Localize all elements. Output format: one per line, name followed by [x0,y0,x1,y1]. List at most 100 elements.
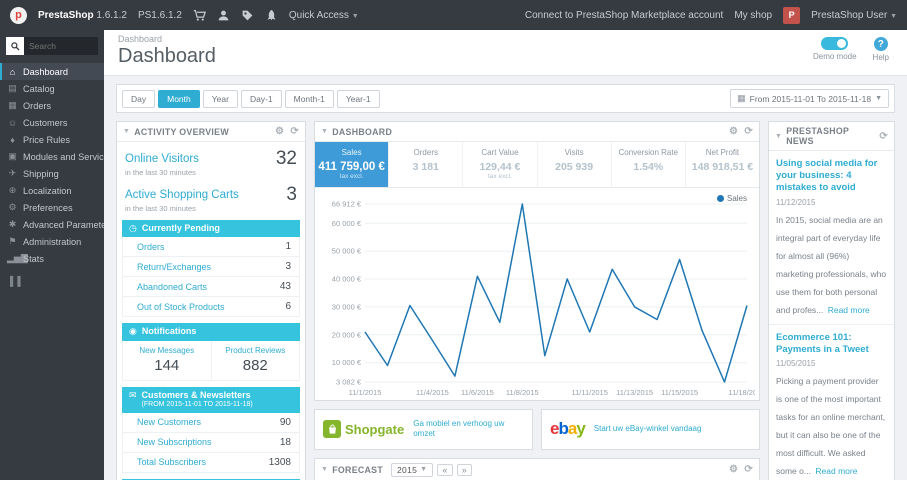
brand-link[interactable]: PrestaShop 1.6.1.2 [38,10,127,21]
prestashop-news-panel: ▼ PRESTASHOP NEWS ⟳ Using social media f… [768,121,895,480]
range-button-month[interactable]: Month [158,89,200,108]
section-title: Currently Pending [141,223,220,233]
ebay-link[interactable]: Start uw eBay-winkel vandaag [594,424,702,434]
online-visitors-link[interactable]: Online Visitors [125,153,199,165]
shopgate-logo: Shopgate [323,420,404,439]
search-input[interactable] [24,37,98,55]
help-button[interactable]: ? Help [873,37,889,62]
gear-icon[interactable]: ⚙ [729,126,738,137]
new-customers-link[interactable]: New Customers [137,417,201,427]
user-menu[interactable]: PrestaShop User ▼ [811,10,897,21]
sidebar-item-catalog[interactable]: ▤ Catalog [0,80,104,97]
refresh-icon[interactable]: ⟳ [879,131,888,142]
new-subscriptions-link[interactable]: New Subscriptions [137,437,212,447]
forecast-prev-button[interactable]: « [437,463,453,476]
metric-tab-conversion-rate[interactable]: Conversion Rate 1.54% [612,142,686,187]
abandoned-carts-value: 43 [279,281,291,293]
gear-icon[interactable]: ⚙ [729,464,738,475]
pending-returns-link[interactable]: Return/Exchanges [137,262,211,272]
pending-orders-link[interactable]: Orders [137,242,165,252]
range-button-year[interactable]: Year [202,89,238,108]
news-headline-link[interactable]: Ecommerce 101: Payments in a Tweet [776,332,887,356]
ebay-module-ad[interactable]: ebay Start uw eBay-winkel vandaag [541,409,760,450]
range-button-year-1[interactable]: Year-1 [336,89,380,108]
metric-tab-orders[interactable]: Orders 3 181 [389,142,464,187]
forecast-next-button[interactable]: » [456,463,472,476]
user-avatar[interactable]: P [783,6,801,24]
panel-caret-icon[interactable]: ▼ [321,128,328,135]
shopgate-module-ad[interactable]: Shopgate Ga mobiel en verhoog uw omzet [314,409,533,450]
shopgate-link[interactable]: Ga mobiel en verhoog uw omzet [413,419,524,440]
metric-tab-net-profit[interactable]: Net Profit 148 918,51 € [686,142,759,187]
refresh-icon[interactable]: ⟳ [290,126,299,137]
date-range-picker[interactable]: ▦ From 2015-11-01 To 2015-11-18 ▼ [730,89,889,108]
out-of-stock-link[interactable]: Out of Stock Products [137,302,225,312]
sidebar-search [6,37,98,55]
toggle-on-icon[interactable] [821,37,849,50]
refresh-icon[interactable]: ⟳ [744,126,753,137]
active-carts-link[interactable]: Active Shopping Carts [125,189,239,201]
range-button-month-1[interactable]: Month-1 [284,89,334,108]
shop-tag[interactable]: PS1.6.1.2 [138,10,182,21]
quick-access-menu[interactable]: Quick Access ▼ [289,10,359,21]
sidebar-item-customers[interactable]: ☺ Customers [0,114,104,131]
calendar-icon: ▦ [737,93,746,103]
svg-text:20 000 €: 20 000 € [332,330,362,339]
sidebar-item-shipping[interactable]: ✈ Shipping [0,165,104,182]
sidebar-item-advanced-parameters[interactable]: ✱ Advanced Parameters [0,216,104,233]
currently-pending-section: ◷ Currently Pending Orders 1 Return/Exchan… [122,220,300,318]
metric-value: 411 759,00 € [318,161,385,173]
panel-caret-icon[interactable]: ▼ [321,466,328,473]
total-subscribers-link[interactable]: Total Subscribers [137,457,206,467]
metric-value: 1.54% [633,161,664,173]
rocket-icon[interactable] [265,9,278,22]
truck-icon: ✈ [8,168,17,178]
svg-text:10 000 €: 10 000 € [332,358,362,367]
gear-icon[interactable]: ⚙ [275,126,284,137]
demo-mode-toggle[interactable]: Demo mode [813,37,857,62]
new-messages-value: 144 [154,356,180,374]
panel-title: FORECAST [332,464,384,475]
new-customers-value: 90 [279,416,291,428]
read-more-link[interactable]: Read more [815,466,857,476]
panel-caret-icon[interactable]: ▼ [123,128,130,135]
svg-text:11/15/2015: 11/15/2015 [661,388,698,397]
price-tag-icon[interactable] [241,9,254,22]
metric-tab-visits[interactable]: Visits 205 939 [538,142,612,187]
forecast-year-select[interactable]: 2015 ▼ [391,462,434,477]
sidebar-item-dashboard[interactable]: ⌂ Dashboard [0,63,104,80]
svg-text:11/18/2015: 11/18/2015 [729,388,755,397]
panel-caret-icon[interactable]: ▼ [775,133,782,140]
sidebar-item-localization[interactable]: ⊕ Localization [0,182,104,199]
sidebar-item-modules[interactable]: ▣ Modules and Services [0,148,104,165]
news-headline-link[interactable]: Using social media for your business: 4 … [776,158,887,194]
read-more-link[interactable]: Read more [828,305,870,315]
sidebar-item-preferences[interactable]: ⚙ Preferences [0,199,104,216]
new-messages-cell[interactable]: New Messages 144 [123,341,211,380]
sidebar-item-orders[interactable]: ▦ Orders [0,97,104,114]
search-icon[interactable] [6,37,24,55]
sidebar-item-stats[interactable]: ▂▅▇ Stats [0,250,104,267]
refresh-icon[interactable]: ⟳ [744,464,753,475]
collapse-sidebar-button[interactable]: ▌▌ [0,267,104,286]
cart-icon[interactable] [193,9,206,22]
customer-icon[interactable] [217,9,230,22]
orders-cart-icon: ▦ [8,100,17,110]
envelope-icon: ✉ [129,389,137,400]
abandoned-carts-link[interactable]: Abandoned Carts [137,282,207,292]
chart-legend[interactable]: Sales [716,194,747,203]
metric-label: Cart Value [481,148,519,157]
product-reviews-cell[interactable]: Product Reviews 882 [210,340,300,380]
prestashop-logo-icon[interactable]: p [10,6,27,24]
brand-name: PrestaShop [38,9,94,21]
my-shop-link[interactable]: My shop [734,10,772,21]
customers-row: New Subscriptions 18 [123,433,299,453]
metric-tab-sales[interactable]: Sales 411 759,00 € tax excl. [315,142,390,187]
news-date: 11/12/2015 [776,197,816,207]
sidebar-item-administration[interactable]: ⚑ Administration [0,233,104,250]
range-button-day-1[interactable]: Day-1 [240,89,282,108]
sidebar-item-price-rules[interactable]: ♦ Price Rules [0,131,104,148]
metric-tab-cart-value[interactable]: Cart Value 129,44 € tax excl. [463,142,538,187]
marketplace-link[interactable]: Connect to PrestaShop Marketplace accoun… [525,10,723,21]
range-button-day[interactable]: Day [122,89,156,108]
